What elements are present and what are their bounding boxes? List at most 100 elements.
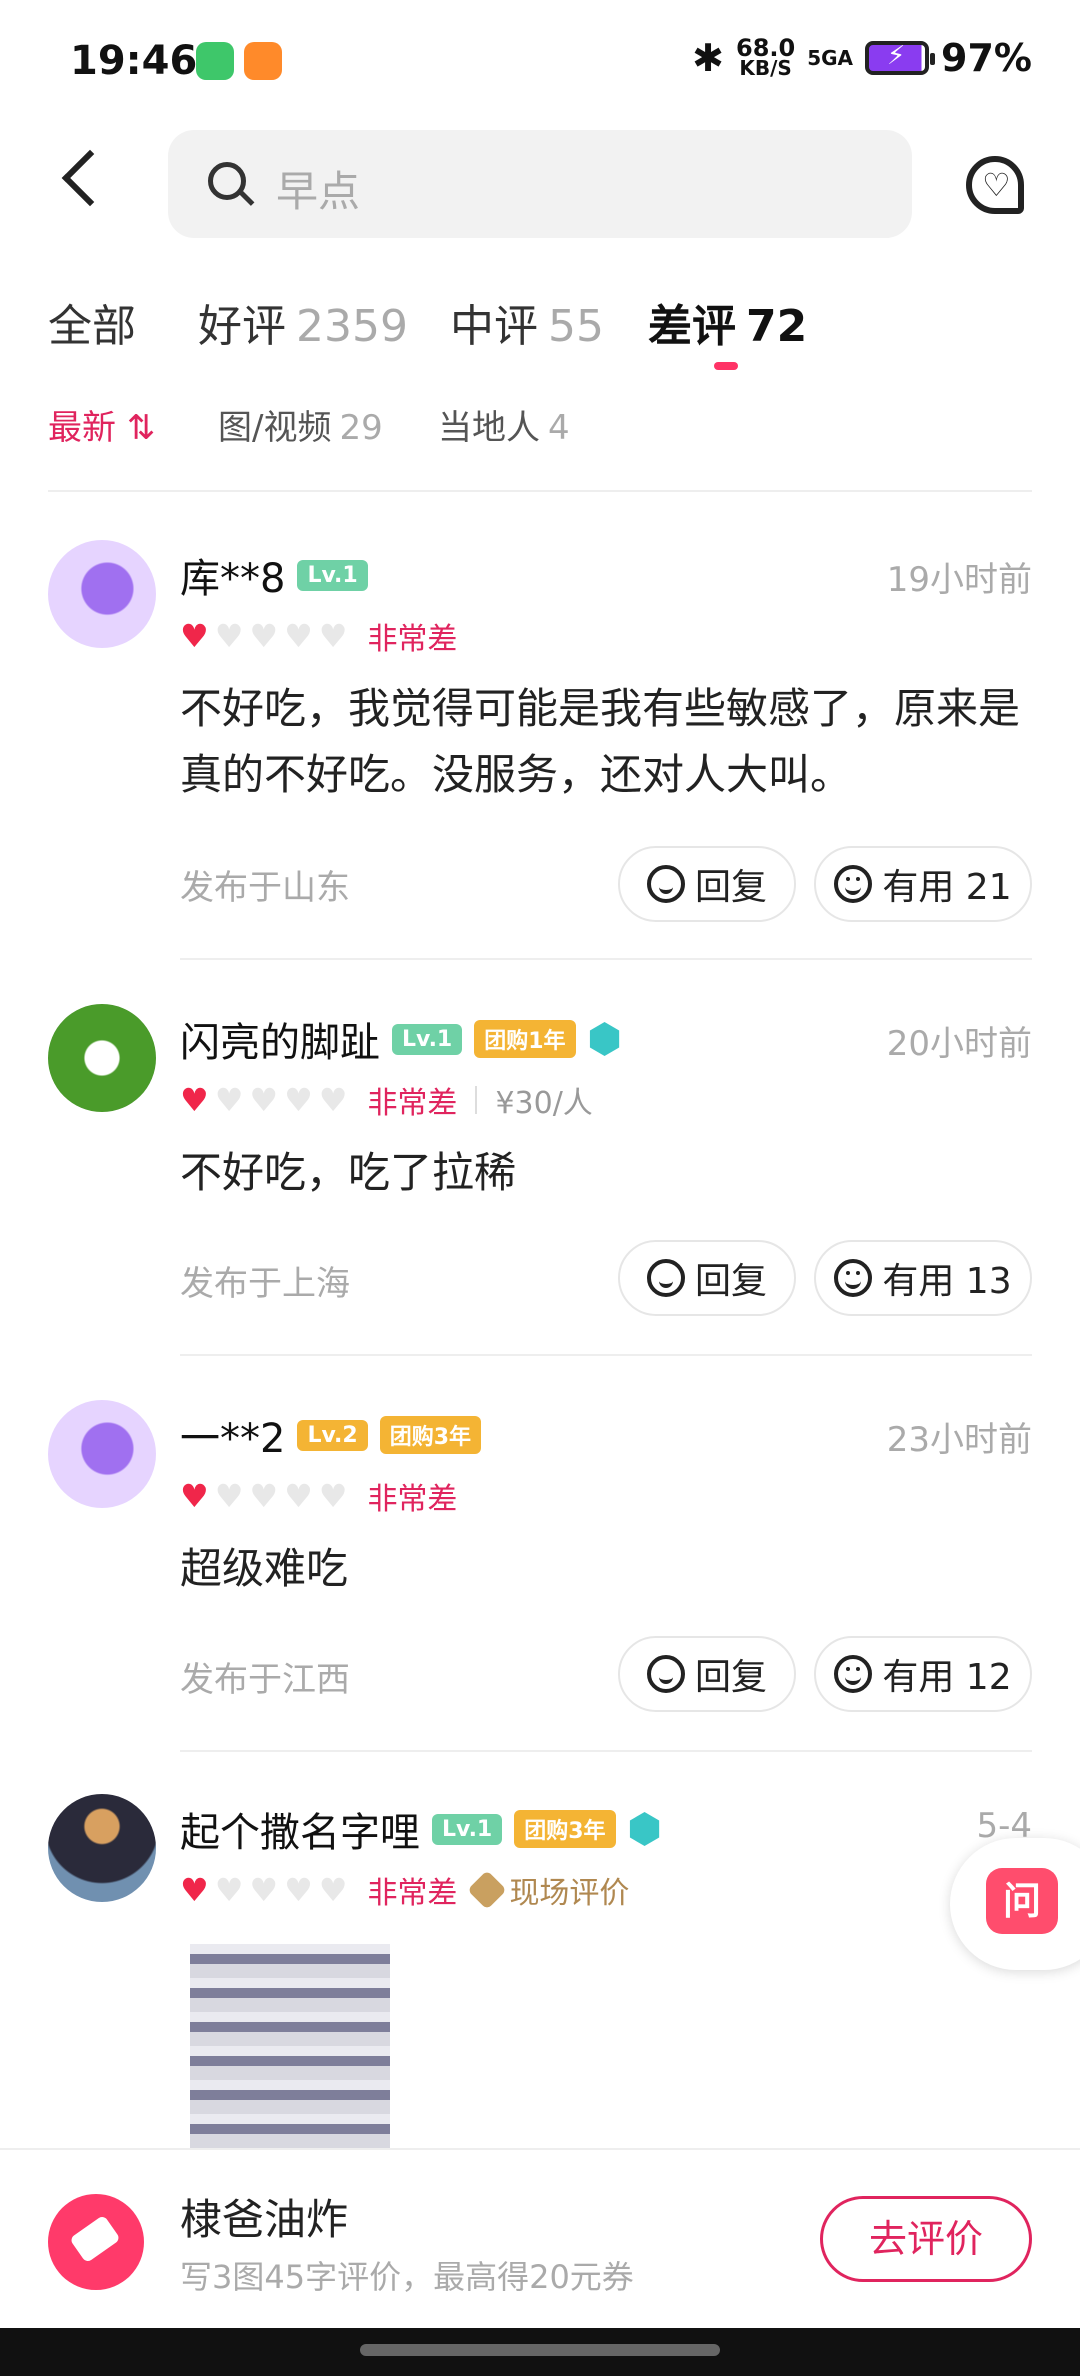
review-location: 发布于上海 <box>180 1264 350 1304</box>
avatar[interactable] <box>48 1004 156 1112</box>
tenure-badge: 团购3年 <box>514 1810 616 1848</box>
heart-filled-icon: ♥ <box>180 1871 209 1909</box>
level-badge: Lv.1 <box>432 1813 503 1845</box>
star-rating: ♥ ♥ ♥ ♥ ♥ 非常差 现场评价 <box>180 1868 629 1912</box>
heart-empty-icon: ♥ <box>249 1871 279 1909</box>
search-placeholder: 早点 <box>276 167 361 216</box>
avatar[interactable] <box>48 1794 156 1902</box>
status-time: 19:46 <box>70 38 198 84</box>
tab-all[interactable]: 全部 <box>48 290 136 354</box>
heart-empty-icon: ♥ <box>214 1477 244 1515</box>
tab-neutral[interactable]: 中评 55 <box>450 290 604 354</box>
heart-empty-icon: ♥ <box>284 1871 313 1909</box>
app-notification-icon <box>244 42 282 80</box>
heart-empty-icon: ♥ <box>214 617 244 655</box>
useful-button[interactable]: 有用 13 <box>814 1240 1032 1316</box>
star-rating: ♥ ♥ ♥ ♥ ♥ 非常差 <box>180 1474 457 1518</box>
smile-icon <box>834 1259 873 1297</box>
header: 早点 <box>0 130 1080 240</box>
ask-float-button[interactable]: 问 <box>950 1838 1080 1970</box>
heart-empty-icon: ♥ <box>318 1871 348 1909</box>
heart-empty-icon: ♥ <box>249 1477 279 1515</box>
filter-local[interactable]: 当地人 4 <box>438 400 570 448</box>
star-rating: ♥ ♥ ♥ ♥ ♥ 非常差 ¥30/人 <box>180 1078 593 1122</box>
reviewer-name[interactable]: 一**2 Lv.2 团购3年 <box>180 1406 481 1464</box>
divider <box>180 958 1032 960</box>
level-badge: Lv.1 <box>392 1023 463 1055</box>
level-badge: Lv.2 <box>297 1419 368 1451</box>
bottom-bar: 棣爸油炸 写3图45字评价，最高得20元券 去评价 <box>0 2148 1080 2328</box>
rating-tabs: 全部 好评 2359 中评 55 差评 72 <box>0 290 1080 380</box>
hexagon-badge-icon <box>589 1022 620 1056</box>
tab-positive[interactable]: 好评 2359 <box>198 290 408 354</box>
heart-empty-icon: ♥ <box>318 1477 348 1515</box>
smile-icon <box>834 865 873 903</box>
review-photo[interactable] <box>190 1944 390 2154</box>
reply-icon <box>646 1655 685 1693</box>
battery-level: 97% <box>941 36 1032 80</box>
useful-button[interactable]: 有用 21 <box>814 846 1032 922</box>
heart-filled-icon: ♥ <box>180 1081 209 1119</box>
heart-empty-icon: ♥ <box>249 1081 279 1119</box>
review-content[interactable]: 超级难吃 <box>180 1536 1020 1602</box>
reviewer-name[interactable]: 起个撒名字哩 Lv.1 团购3年 <box>180 1800 662 1858</box>
divider <box>180 1354 1032 1356</box>
search-input[interactable]: 早点 <box>168 130 912 238</box>
review-location: 发布于山东 <box>180 868 350 908</box>
active-tab-indicator <box>714 362 738 370</box>
edit-review-icon[interactable] <box>48 2194 144 2290</box>
level-badge: Lv.1 <box>297 559 368 591</box>
filter-latest[interactable]: 最新 ⇅ <box>48 400 155 448</box>
reply-icon <box>646 1259 685 1297</box>
search-icon <box>208 162 246 200</box>
shop-name: 棣爸油炸 <box>180 2195 349 2244</box>
ask-icon: 问 <box>986 1868 1058 1934</box>
review-content[interactable]: 不好吃，我觉得可能是我有些敏感了，原来是真的不好吃。没服务，还对人大叫。 <box>180 676 1020 808</box>
tenure-badge: 团购3年 <box>379 1416 481 1454</box>
reply-button[interactable]: 回复 <box>618 846 796 922</box>
review-location: 发布于江西 <box>180 1660 350 1700</box>
heart-filled-icon: ♥ <box>180 617 209 655</box>
separator <box>475 1086 478 1114</box>
net-speed: 68.0 KB/S <box>736 34 796 80</box>
heart-filled-icon: ♥ <box>180 1477 209 1515</box>
tab-negative[interactable]: 差评 72 <box>648 290 807 354</box>
tenure-badge: 团购1年 <box>474 1020 576 1058</box>
divider <box>48 490 1032 492</box>
back-icon[interactable] <box>61 149 119 207</box>
rating-label: 非常差 <box>367 1482 458 1517</box>
price-per-person: ¥30/人 <box>495 1086 593 1121</box>
review-incentive: 写3图45字评价，最高得20元券 <box>180 2258 634 2296</box>
reply-button[interactable]: 回复 <box>618 1240 796 1316</box>
status-bar: 19:46 ✱ 68.0 KB/S 5GA ⚡ 97% <box>0 0 1080 120</box>
home-gesture-bar[interactable] <box>360 2344 720 2356</box>
reply-button[interactable]: 回复 <box>618 1636 796 1712</box>
rating-label: 非常差 <box>367 622 458 657</box>
review-time: 23小时前 <box>886 1420 1032 1460</box>
chat-heart-icon[interactable] <box>966 156 1024 214</box>
heart-empty-icon: ♥ <box>284 1477 313 1515</box>
battery-icon: ⚡ <box>865 41 936 75</box>
system-nav-bar <box>0 2328 1080 2376</box>
bluetooth-icon: ✱ <box>692 36 724 80</box>
smile-icon <box>834 1655 873 1693</box>
reply-icon <box>646 865 685 903</box>
review-time: 19小时前 <box>886 560 1032 600</box>
heart-empty-icon: ♥ <box>284 1081 313 1119</box>
useful-button[interactable]: 有用 12 <box>814 1636 1032 1712</box>
heart-empty-icon: ♥ <box>249 617 279 655</box>
status-right: ✱ 68.0 KB/S 5GA ⚡ 97% <box>692 36 1032 80</box>
filter-row: 最新 ⇅ 图/视频 29 当地人 4 <box>48 388 1032 448</box>
avatar[interactable] <box>48 540 156 648</box>
avatar[interactable] <box>48 1400 156 1508</box>
rating-label: 非常差 <box>367 1086 458 1121</box>
wechat-icon <box>196 42 234 80</box>
heart-empty-icon: ♥ <box>318 1081 348 1119</box>
hexagon-badge-icon <box>629 1812 660 1846</box>
reviewer-name[interactable]: 库**8 Lv.1 <box>180 546 368 604</box>
write-review-button[interactable]: 去评价 <box>820 2196 1032 2282</box>
review-content[interactable]: 不好吃，吃了拉稀 <box>180 1140 1020 1206</box>
heart-empty-icon: ♥ <box>284 617 313 655</box>
reviewer-name[interactable]: 闪亮的脚趾 Lv.1 团购1年 <box>180 1010 622 1068</box>
filter-media[interactable]: 图/视频 29 <box>218 400 383 448</box>
